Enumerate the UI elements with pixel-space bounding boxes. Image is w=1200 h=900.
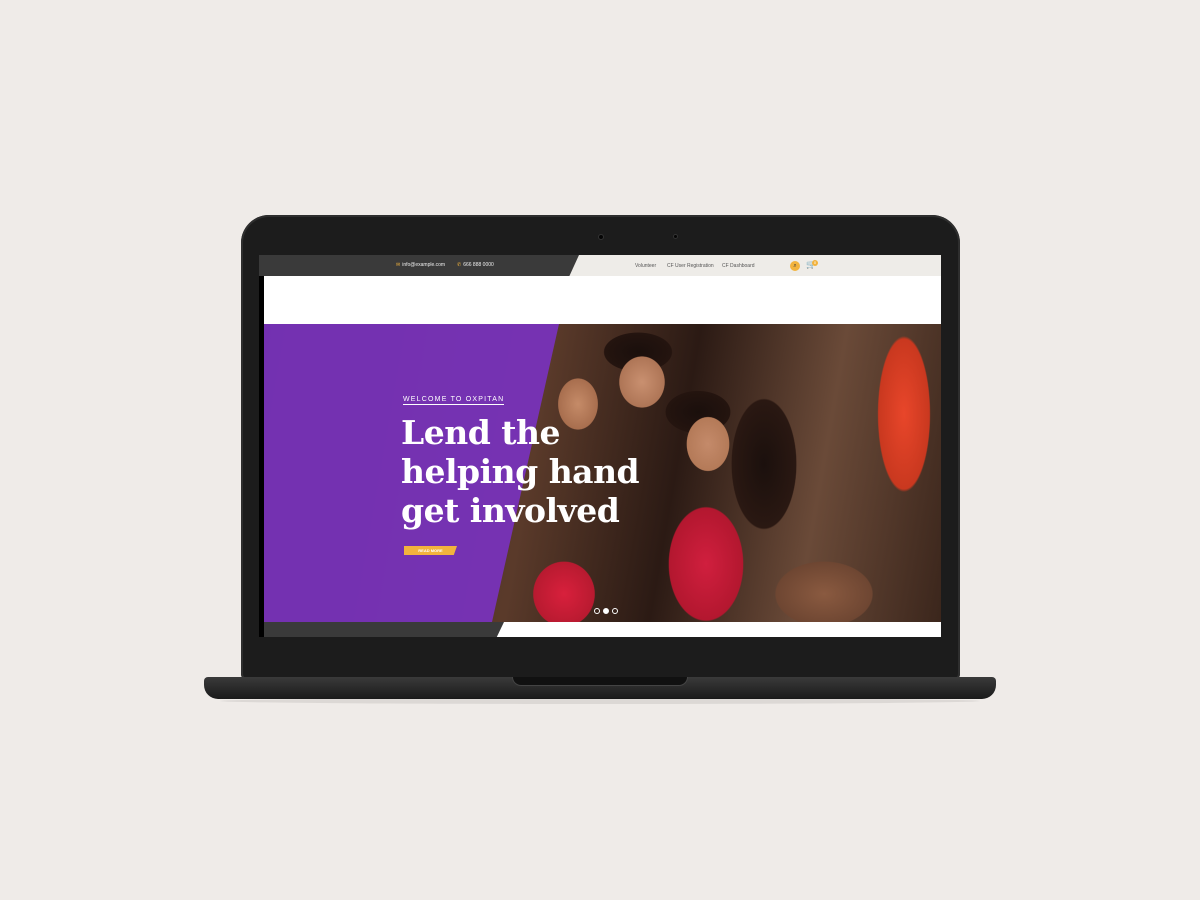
envelope-icon: ✉	[396, 262, 401, 268]
website-screen: ✉ info@example.com ✆ 666 888 0000 Voluntee…	[259, 255, 941, 637]
sensor-icon	[673, 234, 678, 239]
top-bar: ✉ info@example.com ✆ 666 888 0000 Voluntee…	[259, 255, 941, 276]
webcam-icon	[598, 234, 604, 240]
hero-slider: WELCOME TO OXPITAN Lend the helping hand…	[264, 324, 941, 622]
nav-item-volunteer[interactable]: Volunteer	[635, 263, 656, 269]
slider-pagination	[594, 608, 618, 614]
bottom-strip	[264, 622, 504, 637]
nav-item-dashboard[interactable]: CF Dashboard	[722, 263, 755, 269]
hero-headline-line-1: Lend the	[401, 413, 561, 452]
slider-dot-1[interactable]	[594, 608, 600, 614]
hero-kicker: WELCOME TO OXPITAN	[403, 396, 505, 405]
slider-dot-2[interactable]	[603, 608, 609, 614]
hero-headline-line-2: helping hand	[401, 452, 640, 491]
laptop-hinge-notch	[512, 677, 688, 686]
nav-item-user-registration[interactable]: CF User Registration	[667, 263, 714, 269]
email-link[interactable]: ✉ info@example.com	[396, 262, 445, 268]
search-button[interactable]: ⌕	[790, 261, 800, 271]
contact-bar: ✉ info@example.com ✆ 666 888 0000	[259, 255, 579, 276]
phone-link[interactable]: ✆ 666 888 0000	[457, 262, 494, 268]
laptop-base	[204, 677, 996, 699]
slider-dot-3[interactable]	[612, 608, 618, 614]
hero-headline: Lend the helping hand get involved	[401, 413, 661, 530]
cart-count-badge: 0	[812, 260, 818, 266]
read-more-button[interactable]: READ MORE	[404, 546, 457, 555]
laptop-shadow	[220, 698, 980, 704]
hero-headline-line-3: get involved	[401, 491, 620, 530]
search-icon: ⌕	[793, 263, 797, 269]
phone-icon: ✆	[457, 262, 462, 268]
